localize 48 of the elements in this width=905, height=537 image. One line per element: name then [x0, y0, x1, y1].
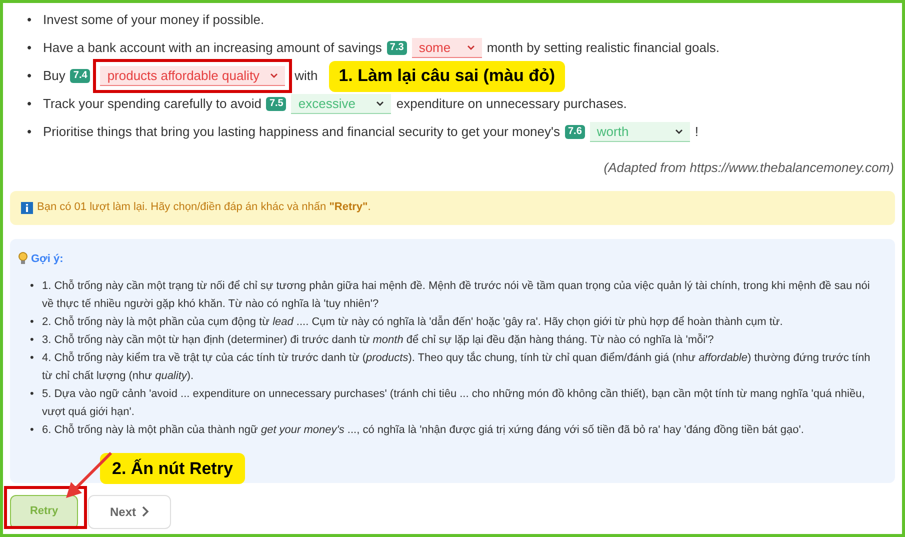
question-number: 7.6: [565, 125, 585, 139]
bullet: •: [27, 95, 33, 114]
question-number: 7.5: [266, 97, 286, 111]
bullet: •: [27, 123, 33, 142]
chevron-right-icon: [142, 506, 149, 517]
hint-item: 2. Chỗ trống này là một phần của cụm động từ lead .... Cụm từ này có nghĩa là 'dẫn đến' hoặc 'gây ra'. Hãy chọn giới từ phù hợp để hoàn thành cụm từ.: [42, 314, 783, 330]
hint-item: 1. Chỗ trống này cần một trạng từ nối để chỉ sự tương phản giữa hai mệnh đề. Mệnh đề trước nói về tầm quan trọng của việc quản lý tài chính, trong khi mệnh đề sau nói về thực tế nhiều người gặp khó khăn. Từ nào có nghĩa là 'tuy nhiên'?: [42, 278, 871, 312]
bullet: •: [27, 39, 33, 58]
next-button[interactable]: Next: [88, 494, 171, 528]
sentence-text: Prioritise things that bring you lasting happiness and financial security to get your money's: [43, 123, 560, 142]
answer-dropdown[interactable]: products affordable quality: [100, 66, 285, 86]
answer-dropdown[interactable]: excessive: [291, 94, 392, 114]
source-note: (Adapted from https://www.thebalancemoney.com): [604, 159, 894, 177]
hint-item: 4. Chỗ trống này kiểm tra về trật tự của các tính từ trước danh từ (products). Theo quy tắc chung, tính từ chỉ quan điểm/đánh giá (như affordable) thường đứng trước tính từ chỉ chất lượng (như quality).: [42, 350, 872, 384]
sentence-text: Buy: [43, 67, 66, 86]
bullet: •: [30, 315, 35, 330]
caret-icon: [270, 73, 278, 78]
bullet: •: [30, 351, 35, 366]
answer-dropdown[interactable]: worth: [590, 122, 690, 142]
hint-item: 6. Chỗ trống này là một phần của thành ngữ get your money's ..., có nghĩa là 'nhận được giá trị xứng đáng với số tiền đã bỏ ra' hay 'đáng đồng tiền bát gạo'.: [42, 422, 804, 438]
caret-icon: [466, 45, 475, 50]
notice-text: Bạn có 01 lượt làm lại. Hãy chọn/điền đáp án khác và nhấn "Retry".: [37, 200, 371, 216]
bullet: •: [30, 279, 35, 294]
caret-icon: [674, 129, 683, 134]
retry-button[interactable]: Retry: [10, 494, 78, 528]
hint-item: 5. Dựa vào ngữ cảnh 'avoid ... expenditure on unnecessary purchases' (tránh chi tiêu ... cho những món đồ không cần thiết), bạn cần một tính từ mang nghĩa 'quá nhiều, vượt quá giới hạn'.: [42, 387, 866, 420]
sentence-text: Invest some of your money if possible.: [43, 11, 264, 30]
hint-title: Gợi ý:: [31, 252, 64, 266]
callout-label: 2. Ấn nút Retry: [100, 453, 245, 484]
hint-item: 3. Chỗ trống này cần một từ hạn định (determiner) đi trước danh từ month để chỉ sự lặp lại đều đặn hàng tháng. Từ nào có nghĩa là 'mỗi'?: [42, 332, 714, 348]
caret-icon: [376, 101, 384, 106]
info-icon: [21, 202, 33, 214]
question-number: 7.4: [70, 69, 90, 83]
bullet: •: [30, 423, 35, 438]
sentence-text: Have a bank account with an increasing amount of savings: [43, 39, 382, 58]
question-number: 7.3: [386, 41, 407, 55]
callout-label: 1. Làm lại câu sai (màu đỏ): [328, 60, 566, 92]
bullet: •: [27, 11, 33, 30]
bullet: •: [30, 333, 35, 348]
sentence-text: !: [694, 123, 699, 142]
sentence-text: Track your spending carefully to avoid: [43, 95, 262, 114]
sentence-text: with: [294, 67, 318, 86]
sentence-text: expenditure on unnecessary purchases.: [396, 95, 627, 114]
lightbulb-icon: [18, 252, 28, 266]
bullet: •: [30, 387, 35, 402]
answer-dropdown[interactable]: some: [412, 38, 482, 58]
bullet: •: [27, 67, 33, 86]
sentence-text: month by setting realistic financial goals.: [486, 39, 720, 58]
